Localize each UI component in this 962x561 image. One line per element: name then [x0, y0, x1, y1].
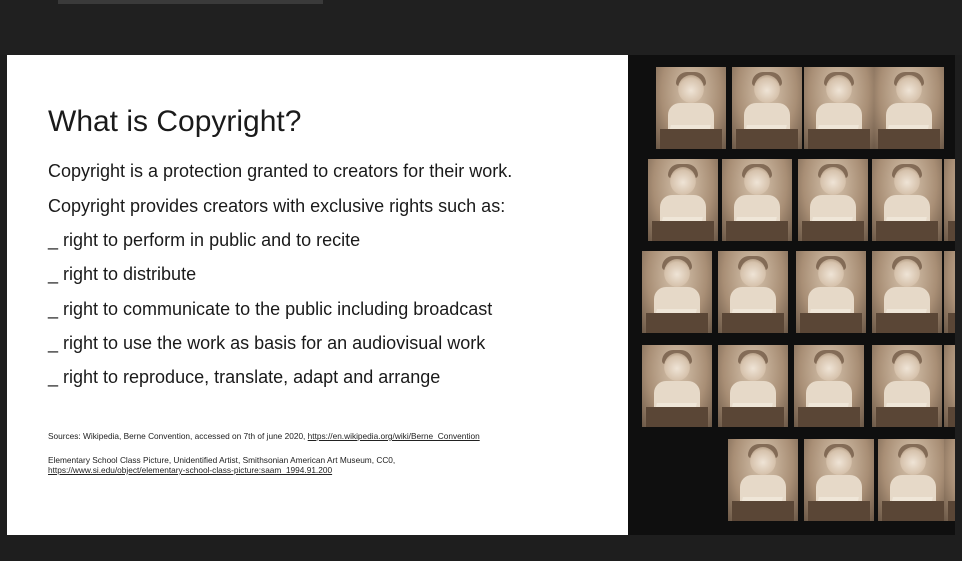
rights-list-item: _ right to use the work as basis for an …: [48, 333, 486, 353]
child-portrait: [794, 345, 864, 427]
child-portrait: [722, 159, 792, 241]
child-portrait: [718, 345, 788, 427]
child-portrait: [648, 159, 718, 241]
top-bar-segment: [58, 0, 323, 4]
child-portrait: [796, 251, 866, 333]
child-portrait: [804, 439, 874, 521]
child-portrait: [878, 439, 948, 521]
slide-title: What is Copyright?: [48, 105, 302, 138]
child-portrait: [718, 251, 788, 333]
image-credit-line: Elementary School Class Picture, Unident…: [48, 455, 396, 465]
child-portrait: [874, 67, 944, 149]
slide-text-panel: What is Copyright? Copyright is a protec…: [7, 55, 626, 535]
smithsonian-link[interactable]: https://www.si.edu/object/elementary-sch…: [48, 465, 332, 475]
child-portrait: [872, 159, 942, 241]
rights-list-item: _ right to distribute: [48, 264, 197, 284]
child-portrait: [642, 345, 712, 427]
rights-list-item: _ right to reproduce, translate, adapt a…: [48, 367, 441, 387]
photo-grid: [628, 55, 955, 535]
slide: What is Copyright? Copyright is a protec…: [7, 55, 955, 535]
child-portrait: [732, 67, 802, 149]
top-strip: [0, 0, 962, 55]
child-portrait: [872, 345, 942, 427]
child-portrait: [798, 159, 868, 241]
sources-line: Sources: Wikipedia, Berne Convention, ac…: [48, 431, 480, 441]
rights-list-item: _ right to communicate to the public inc…: [48, 299, 493, 319]
child-portrait: [642, 251, 712, 333]
image-credit-link-line: https://www.si.edu/object/elementary-sch…: [48, 465, 332, 475]
child-portrait: [944, 251, 955, 333]
child-portrait: [728, 439, 798, 521]
child-portrait: [944, 159, 955, 241]
child-portrait: [944, 439, 955, 521]
child-portrait: [944, 345, 955, 427]
class-photo-image: [628, 55, 955, 535]
child-portrait: [872, 251, 942, 333]
rights-list-item: _ right to perform in public and to reci…: [48, 230, 361, 250]
definition-line: Copyright is a protection granted to cre…: [48, 161, 513, 181]
rights-intro-line: Copyright provides creators with exclusi…: [48, 196, 506, 216]
wikipedia-link[interactable]: https://en.wikipedia.org/wiki/Berne_Conv…: [308, 431, 480, 441]
child-portrait: [656, 67, 726, 149]
sources-text: Sources: Wikipedia, Berne Convention, ac…: [48, 431, 308, 441]
child-portrait: [804, 67, 874, 149]
